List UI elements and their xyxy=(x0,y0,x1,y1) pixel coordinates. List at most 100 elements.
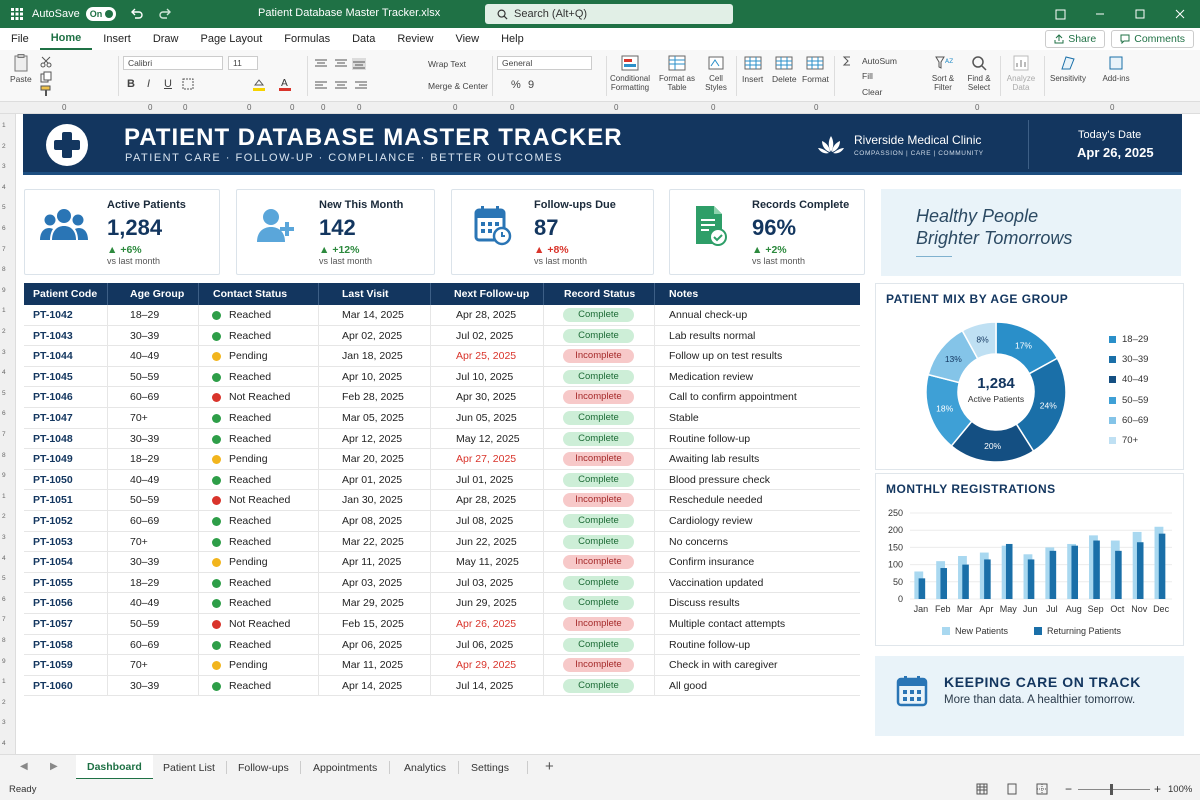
zoom-slider[interactable] xyxy=(1078,789,1150,790)
contact-status[interactable]: Reached xyxy=(229,639,271,651)
column-letter[interactable]: 0 xyxy=(247,103,251,112)
sheet-tab-analytics[interactable]: Analytics xyxy=(393,755,457,780)
autosave-toggle[interactable]: On xyxy=(85,7,116,21)
next-follow-up[interactable]: Apr 28, 2025 xyxy=(456,494,516,506)
menu-tab-home[interactable]: Home xyxy=(39,28,93,50)
row-number[interactable]: 1 xyxy=(2,678,6,685)
align-top-icon[interactable] xyxy=(314,58,328,70)
last-visit[interactable]: Jan 18, 2025 xyxy=(342,350,403,362)
column-header[interactable]: Age Group xyxy=(130,288,184,300)
font-name-select[interactable]: Calibri xyxy=(123,56,223,70)
last-visit[interactable]: Mar 20, 2025 xyxy=(342,453,404,465)
contact-status[interactable]: Reached xyxy=(229,515,271,527)
column-header[interactable]: Patient Code xyxy=(33,288,97,300)
row-number[interactable]: 1 xyxy=(2,122,6,129)
contact-status[interactable]: Pending xyxy=(229,659,268,671)
notes[interactable]: Lab results normal xyxy=(669,330,755,342)
age-group[interactable]: 30–39 xyxy=(130,330,159,342)
contact-status[interactable]: Reached xyxy=(229,577,271,589)
format-cells-button[interactable]: Format xyxy=(802,54,829,84)
last-visit[interactable]: Mar 05, 2025 xyxy=(342,412,404,424)
table-row[interactable]: PT-1054 30–39 Pending Apr 11, 2025 May 11, 2… xyxy=(24,552,860,573)
prev-sheet-icon[interactable]: ◀ xyxy=(20,761,28,772)
row-number[interactable]: 3 xyxy=(2,163,6,170)
comments-button[interactable]: Comments xyxy=(1111,30,1194,48)
notes[interactable]: Awaiting lab results xyxy=(669,453,759,465)
patient-code[interactable]: PT-1049 xyxy=(33,453,73,465)
next-follow-up[interactable]: Apr 29, 2025 xyxy=(456,659,516,671)
table-row[interactable]: PT-1053 70+ Reached Mar 22, 2025 Jun 22, 202… xyxy=(24,531,860,553)
last-visit[interactable]: Mar 11, 2025 xyxy=(342,659,403,671)
table-row[interactable]: PT-1042 18–29 Reached Mar 14, 2025 Apr 28, 2… xyxy=(24,305,860,326)
age-group[interactable]: 50–59 xyxy=(130,371,159,383)
age-group[interactable]: 18–29 xyxy=(130,453,159,465)
last-visit[interactable]: Jan 30, 2025 xyxy=(342,494,403,506)
column-letter[interactable]: 0 xyxy=(711,103,715,112)
column-letter[interactable]: 0 xyxy=(1110,103,1114,112)
contact-status[interactable]: Reached xyxy=(229,309,271,321)
last-visit[interactable]: Apr 03, 2025 xyxy=(342,577,402,589)
zoom-slider-thumb[interactable] xyxy=(1110,784,1113,795)
menu-tab-formulas[interactable]: Formulas xyxy=(273,28,341,50)
row-number[interactable]: 4 xyxy=(2,555,6,562)
sheet-tab-settings[interactable]: Settings xyxy=(460,755,520,780)
column-header[interactable]: Contact Status xyxy=(213,288,287,300)
table-row[interactable]: PT-1048 30–39 Reached Apr 12, 2025 May 12, 2… xyxy=(24,428,860,450)
contact-status[interactable]: Pending xyxy=(229,453,268,465)
last-visit[interactable]: Apr 11, 2025 xyxy=(342,556,401,568)
next-follow-up[interactable]: Apr 27, 2025 xyxy=(456,453,516,465)
align-bottom-icon[interactable] xyxy=(352,58,366,70)
patient-code[interactable]: PT-1060 xyxy=(33,680,73,692)
row-number[interactable]: 4 xyxy=(2,740,6,747)
notes[interactable]: Reschedule needed xyxy=(669,494,762,506)
next-follow-up[interactable]: Jul 14, 2025 xyxy=(456,680,513,692)
font-size-select[interactable]: 11 xyxy=(228,56,258,70)
bar-returning[interactable] xyxy=(940,568,948,599)
format-painter-icon[interactable] xyxy=(40,85,52,97)
column-header[interactable]: Last Visit xyxy=(342,288,389,300)
table-row[interactable]: PT-1047 70+ Reached Mar 05, 2025 Jun 05, 202… xyxy=(24,407,860,429)
redo-icon[interactable] xyxy=(158,7,172,21)
row-number[interactable]: 1 xyxy=(2,307,6,314)
zoom-in-icon[interactable]: + xyxy=(1154,782,1161,796)
normal-view-icon[interactable] xyxy=(976,783,988,795)
legend-item[interactable]: 70+ xyxy=(1109,430,1148,450)
bar-returning[interactable] xyxy=(1158,533,1166,599)
column-letter[interactable]: 0 xyxy=(148,103,152,112)
row-number[interactable]: 3 xyxy=(2,534,6,541)
table-row[interactable]: PT-1058 60–69 Reached Apr 06, 2025 Jul 06, 2… xyxy=(24,634,860,656)
row-number[interactable]: 8 xyxy=(2,637,6,644)
age-group[interactable]: 18–29 xyxy=(130,577,159,589)
next-follow-up[interactable]: Jul 03, 2025 xyxy=(456,577,513,589)
table-row[interactable]: PT-1055 18–29 Reached Apr 03, 2025 Jul 03, 2… xyxy=(24,572,860,594)
patient-code[interactable]: PT-1057 xyxy=(33,618,73,630)
age-group[interactable]: 30–39 xyxy=(130,556,159,568)
notes[interactable]: Check in with caregiver xyxy=(669,659,778,671)
patient-code[interactable]: PT-1054 xyxy=(33,556,73,568)
patient-code[interactable]: PT-1048 xyxy=(33,433,73,445)
column-letter[interactable]: 0 xyxy=(453,103,457,112)
patient-code[interactable]: PT-1052 xyxy=(33,515,73,527)
merge-center-button[interactable]: Merge & Center xyxy=(428,81,488,91)
column-letter[interactable]: 0 xyxy=(814,103,818,112)
row-number[interactable]: 2 xyxy=(2,143,6,150)
next-follow-up[interactable]: May 12, 2025 xyxy=(456,433,520,445)
contact-status[interactable]: Reached xyxy=(229,412,271,424)
bar-returning[interactable] xyxy=(1005,543,1013,599)
copilot-icon[interactable] xyxy=(1040,0,1080,28)
font-color-icon[interactable]: A xyxy=(278,77,292,91)
page-break-view-icon[interactable] xyxy=(1036,783,1048,795)
age-group[interactable]: 60–69 xyxy=(130,639,159,651)
bold-button[interactable]: B xyxy=(127,78,135,90)
column-letter[interactable]: 0 xyxy=(62,103,66,112)
notes[interactable]: Cardiology review xyxy=(669,515,752,527)
table-row[interactable]: PT-1060 30–39 Reached Apr 14, 2025 Jul 14, 2… xyxy=(24,675,860,697)
bar-returning[interactable] xyxy=(1093,540,1100,599)
contact-status[interactable]: Not Reached xyxy=(229,391,290,403)
patient-code[interactable]: PT-1059 xyxy=(33,659,73,671)
menu-tab-file[interactable]: File xyxy=(0,28,40,50)
contact-status[interactable]: Reached xyxy=(229,680,271,692)
last-visit[interactable]: Apr 10, 2025 xyxy=(342,371,402,383)
align-center-icon[interactable] xyxy=(334,80,348,92)
age-group[interactable]: 60–69 xyxy=(130,515,159,527)
